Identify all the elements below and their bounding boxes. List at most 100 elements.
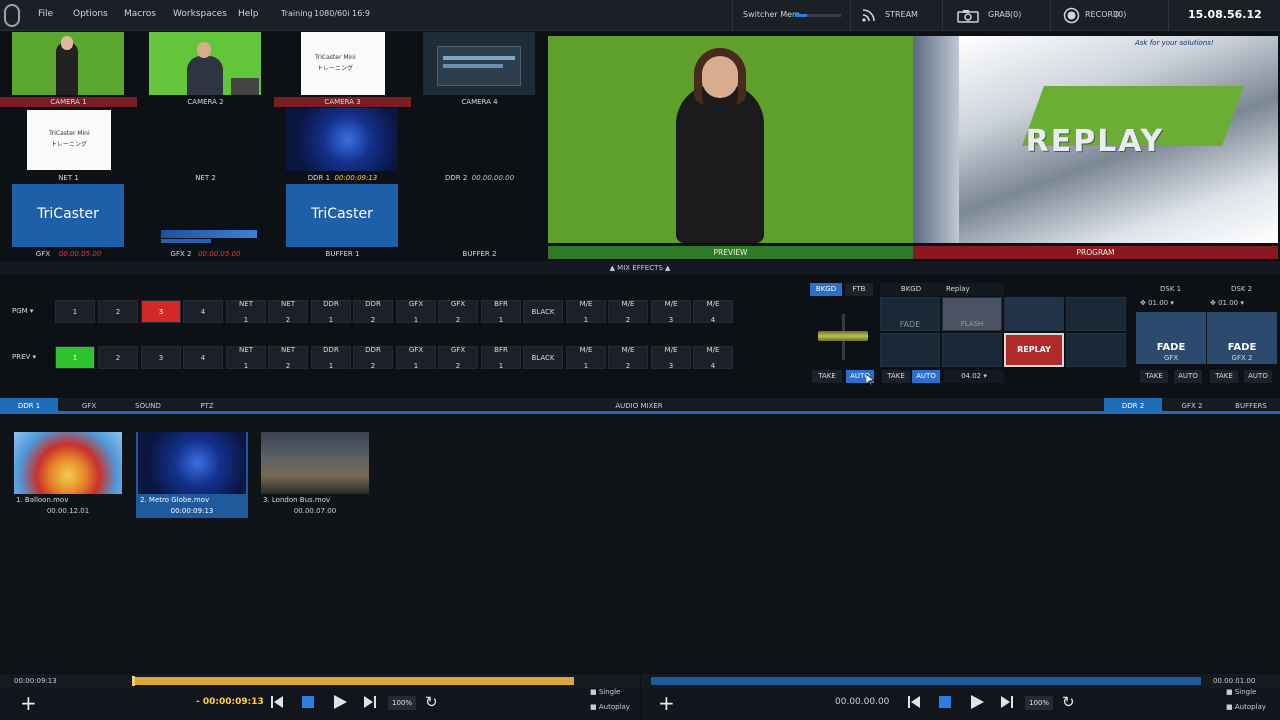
prev-button-12[interactable]: BLACK	[523, 346, 563, 369]
ddr-2-autoplay[interactable]: ■ Autoplay	[1226, 703, 1266, 711]
monitor-camera-4[interactable]: CAMERA 4	[411, 31, 548, 107]
prev-button-14[interactable]: M/E 2	[608, 346, 648, 370]
ddr-2-scrub-bar[interactable]: 00.00.01.00	[641, 674, 1280, 688]
transition-replay[interactable]: REPLAY	[1004, 333, 1064, 367]
monitor-buffer-1[interactable]: TriCaster BUFFER 1	[274, 183, 411, 259]
dsk-1-tile[interactable]: FADE GFX	[1136, 312, 1206, 364]
pgm-button-6[interactable]: NET 2	[268, 300, 308, 324]
prev-button-16[interactable]: M/E 4	[693, 346, 733, 370]
t-bar-handle[interactable]	[818, 331, 868, 341]
monitor-camera-1[interactable]: CAMERA 1	[0, 31, 137, 107]
loop-2-icon[interactable]: ↻	[1062, 693, 1075, 711]
tab-sound[interactable]: SOUND	[119, 398, 177, 414]
monitor-net-2[interactable]: NET 2	[137, 107, 274, 183]
tab-ptz[interactable]: PTZ	[178, 398, 236, 414]
stream-segment[interactable]: STREAM	[850, 0, 942, 31]
clip-balloon[interactable]: 1. Balloon.mov 00.00.12.01	[12, 432, 124, 518]
transition-3[interactable]	[1004, 297, 1064, 331]
menu-workspaces[interactable]: Workspaces	[173, 9, 227, 19]
monitor-camera-2[interactable]: CAMERA 2	[137, 31, 274, 107]
prev-button-8[interactable]: DDR 2	[353, 346, 393, 370]
preview-monitor[interactable]	[548, 36, 913, 243]
program-monitor[interactable]: REPLAY Ask for your solutions!	[913, 36, 1278, 243]
ddr-2-zoom[interactable]: 100%	[1025, 696, 1053, 710]
loop-icon[interactable]: ↻	[425, 693, 438, 711]
pgm-button-12[interactable]: BLACK	[523, 300, 563, 323]
ddr-2-scrub-track[interactable]	[651, 677, 1201, 685]
pgm-button-10[interactable]: GFX 2	[438, 300, 478, 324]
pgm-button-8[interactable]: DDR 2	[353, 300, 393, 324]
tab-ddr-2[interactable]: DDR 2	[1104, 398, 1162, 414]
tab-buffers[interactable]: BUFFERS	[1222, 398, 1280, 414]
monitor-gfx[interactable]: TriCaster GFX 00.00.05.00	[0, 183, 137, 259]
monitor-net-1[interactable]: TriCaster Mini トレーニング NET 1	[0, 107, 137, 183]
stop-icon[interactable]	[301, 695, 315, 709]
stop-2-icon[interactable]	[938, 695, 952, 709]
mix-effects-toggle[interactable]: ▲ MIX EFFECTS ▲	[0, 261, 1280, 275]
take-2-button[interactable]: TAKE	[882, 370, 910, 383]
prev-button-4[interactable]: 4	[183, 346, 223, 369]
prev-button-15[interactable]: M/E 3	[651, 346, 691, 370]
pgm-label[interactable]: PGM ▾	[12, 300, 52, 323]
monitor-ddr-1[interactable]: DDR 1 00:00:09:13	[274, 107, 411, 183]
tab-gfx-2[interactable]: GFX 2	[1163, 398, 1221, 414]
prev-button-6[interactable]: NET 2	[268, 346, 308, 370]
bkgd-button[interactable]: BKGD	[810, 283, 842, 296]
tab-gfx[interactable]: GFX	[60, 398, 118, 414]
transition-6[interactable]	[942, 333, 1002, 367]
menu-macros[interactable]: Macros	[124, 9, 156, 19]
monitor-camera-3[interactable]: TriCaster Mini トレーニング CAMERA 3	[274, 31, 411, 107]
transition-5[interactable]	[880, 333, 940, 367]
prev-label[interactable]: PREV ▾	[12, 346, 52, 369]
pgm-button-2[interactable]: 2	[98, 300, 138, 323]
pgm-button-4[interactable]: 4	[183, 300, 223, 323]
ddr-1-single[interactable]: ■ Single	[590, 688, 620, 696]
previous-icon[interactable]	[270, 695, 284, 709]
transition-fade[interactable]: FADE	[880, 297, 940, 331]
pgm-button-1[interactable]: 1	[55, 300, 95, 323]
tab-audio-mixer[interactable]: AUDIO MIXER	[600, 398, 678, 414]
clip-london-bus[interactable]: 3. London Bus.mov 00.00.07.00	[259, 432, 371, 518]
pgm-button-7[interactable]: DDR 1	[311, 300, 351, 324]
switcher-mem-slider[interactable]	[795, 14, 841, 17]
tab-ddr-1[interactable]: DDR 1	[0, 398, 58, 414]
prev-button-1[interactable]: 1	[55, 346, 95, 369]
ftb-button[interactable]: FTB	[845, 283, 873, 296]
menu-help[interactable]: Help	[238, 9, 259, 19]
dsk-2-rate[interactable]: ✥ 01.00 ▾	[1210, 299, 1244, 307]
add-clip-icon[interactable]: +	[20, 691, 37, 715]
menu-file[interactable]: File	[38, 9, 53, 19]
prev-button-11[interactable]: BFR 1	[481, 346, 521, 370]
t-bar[interactable]	[818, 314, 868, 360]
next-2-icon[interactable]	[1000, 695, 1014, 709]
pgm-button-14[interactable]: M/E 2	[608, 300, 648, 324]
take-button[interactable]: TAKE	[812, 370, 842, 383]
ddr-2-single[interactable]: ■ Single	[1226, 688, 1256, 696]
record-segment[interactable]: RECORD (0)	[1050, 0, 1168, 31]
pgm-button-13[interactable]: M/E 1	[566, 300, 606, 324]
transition-duration[interactable]: 04.02 ▾	[944, 370, 1004, 383]
transition-flash[interactable]: FLASH	[942, 297, 1002, 331]
ddr-1-scrub-bar[interactable]: 00:00:09:13	[0, 674, 640, 688]
monitor-buffer-2[interactable]: BUFFER 2	[411, 183, 548, 259]
dsk-1-rate[interactable]: ✥ 01.00 ▾	[1140, 299, 1174, 307]
pgm-button-16[interactable]: M/E 4	[693, 300, 733, 324]
prev-button-5[interactable]: NET 1	[226, 346, 266, 370]
prev-button-7[interactable]: DDR 1	[311, 346, 351, 370]
dsk-2-take-button[interactable]: TAKE	[1210, 370, 1238, 383]
pgm-button-5[interactable]: NET 1	[226, 300, 266, 324]
ddr-1-scrub-track[interactable]	[132, 676, 574, 686]
pgm-button-3[interactable]: 3	[141, 300, 181, 323]
auto-2-button[interactable]: AUTO	[912, 370, 940, 383]
pgm-button-9[interactable]: GFX 1	[396, 300, 436, 324]
prev-button-9[interactable]: GFX 1	[396, 346, 436, 370]
monitor-gfx-2[interactable]: GFX 2 00.00.05.00	[137, 183, 274, 259]
ddr-1-zoom[interactable]: 100%	[388, 696, 416, 710]
prev-button-10[interactable]: GFX 2	[438, 346, 478, 370]
transition-8[interactable]	[1066, 333, 1126, 367]
menu-options[interactable]: Options	[73, 9, 108, 19]
monitor-ddr-2[interactable]: DDR 2 00.00.00.00	[411, 107, 548, 183]
pgm-button-15[interactable]: M/E 3	[651, 300, 691, 324]
pgm-button-11[interactable]: BFR 1	[481, 300, 521, 324]
next-icon[interactable]	[363, 695, 377, 709]
